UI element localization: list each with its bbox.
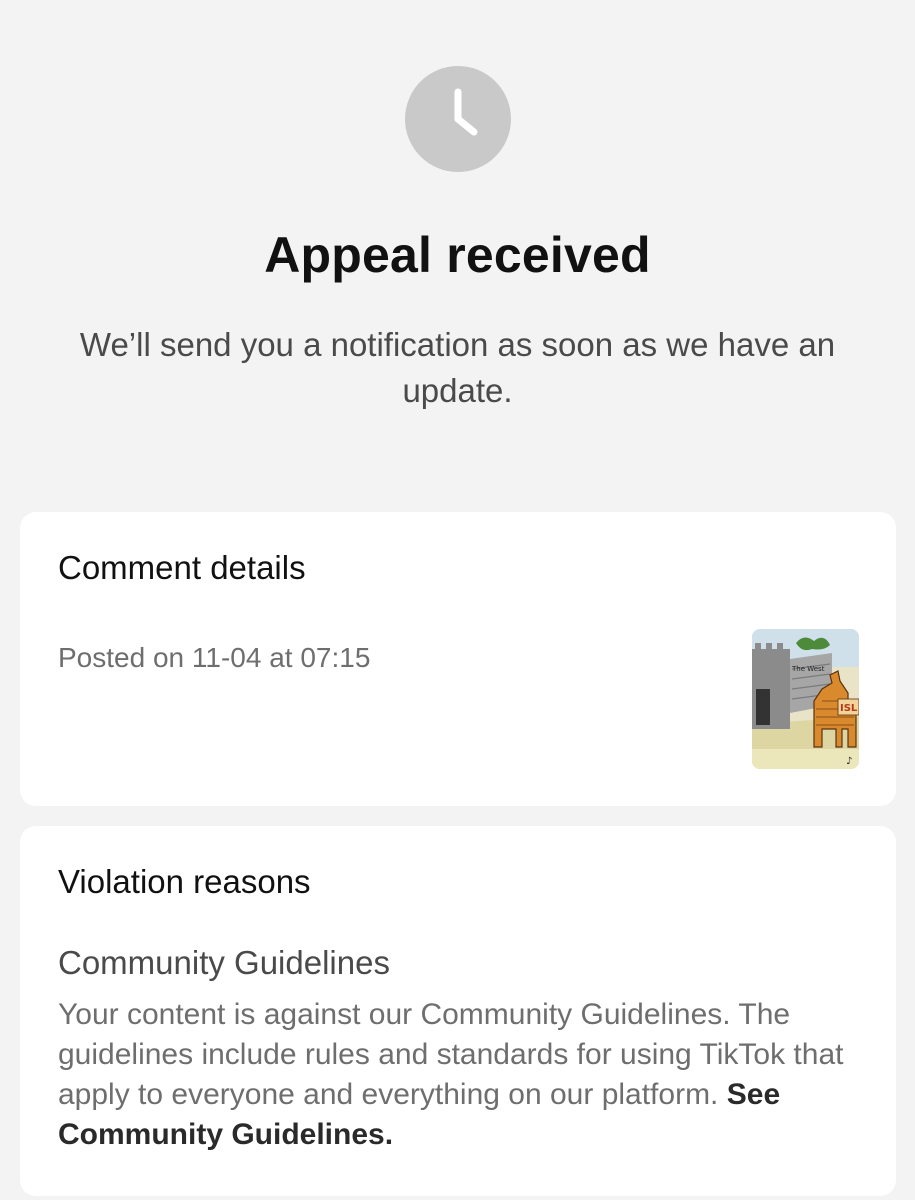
violation-reasons-heading: Violation reasons [58, 863, 311, 900]
page-title: Appeal received [264, 227, 651, 283]
violation-description-text: Your content is against our Community Gu… [58, 998, 844, 1111]
posted-timestamp: Posted on 11-04 at 07:15 [58, 642, 371, 673]
comment-thumbnail[interactable]: ISL The West ♪ [752, 629, 859, 769]
svg-text:The West: The West [791, 665, 825, 673]
comment-details-heading: Comment details [58, 549, 306, 586]
svg-text:ISL: ISL [840, 703, 858, 714]
violation-description: Your content is against our Community Gu… [58, 995, 873, 1155]
clock-icon [405, 66, 511, 172]
status-subtitle: We’ll send you a notification as soon as… [79, 326, 836, 409]
svg-text:♪: ♪ [846, 756, 852, 767]
violation-category: Community Guidelines [58, 944, 390, 981]
